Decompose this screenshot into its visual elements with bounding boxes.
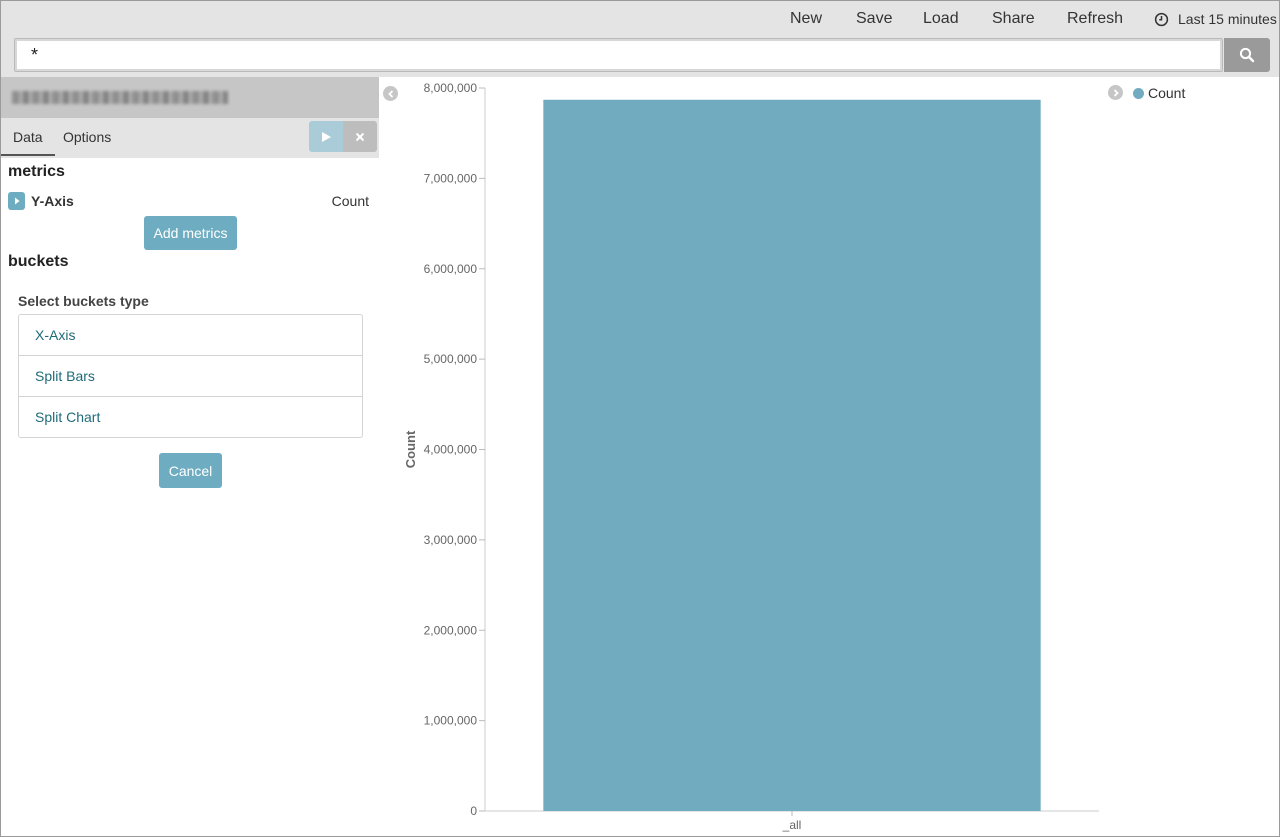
y-tick-label: 3,000,000 [424, 533, 478, 547]
close-icon [355, 132, 365, 141]
search-button[interactable] [1224, 38, 1270, 72]
share-button[interactable]: Share [992, 10, 1035, 28]
toggle-legend-button[interactable] [1108, 85, 1123, 100]
y-tick-label: 1,000,000 [424, 714, 478, 728]
buckets-heading: buckets [8, 253, 69, 270]
editor-sidebar: Data Options metrics Y-Axis Count Add me… [1, 77, 379, 836]
metrics-heading: metrics [8, 163, 65, 180]
select-buckets-label: Select buckets type [18, 293, 149, 309]
y-tick-label: 6,000,000 [424, 262, 478, 276]
y-tick-label: 8,000,000 [424, 81, 478, 95]
search-bar [1, 37, 1279, 77]
y-axis-title: Count [403, 430, 418, 468]
x-tick-label: _all [782, 818, 802, 832]
bucket-type-split-bars[interactable]: Split Bars [19, 355, 362, 396]
legend-color-dot[interactable] [1133, 87, 1144, 99]
refresh-button[interactable]: Refresh [1067, 10, 1123, 28]
time-picker[interactable]: Last 15 minutes [1154, 11, 1277, 27]
y-tick-label: 0 [470, 804, 477, 818]
tab-data[interactable]: Data [1, 129, 54, 156]
play-icon [322, 131, 331, 142]
metric-label: Y-Axis [31, 193, 74, 209]
caret-right-icon [14, 197, 19, 205]
metric-y-axis-row: Y-Axis Count [8, 191, 369, 211]
y-tick-label: 5,000,000 [424, 352, 478, 366]
bar-all[interactable] [543, 99, 1041, 811]
bucket-type-x-axis[interactable]: X-Axis [19, 315, 362, 356]
apply-changes-button[interactable] [309, 121, 343, 152]
legend-item-count[interactable]: Count [1148, 85, 1185, 101]
sidebar-title-bar [1, 77, 379, 118]
discard-changes-button[interactable] [343, 121, 377, 152]
sidebar-tabs: Data Options [1, 118, 379, 158]
chart-legend: Count [1133, 85, 1185, 101]
new-button[interactable]: New [790, 10, 822, 28]
tab-options[interactable]: Options [63, 129, 111, 145]
bucket-type-split-chart[interactable]: Split Chart [19, 396, 362, 437]
chevron-right-icon [1113, 88, 1119, 97]
y-tick-label: 4,000,000 [424, 443, 478, 457]
load-button[interactable]: Load [923, 10, 959, 28]
blurred-index-name [12, 91, 228, 104]
search-input[interactable] [14, 38, 1223, 72]
y-tick-label: 7,000,000 [424, 171, 478, 185]
metric-value: Count [331, 193, 369, 209]
save-button[interactable]: Save [856, 10, 892, 28]
bar-chart: 0 1,000,000 2,000,000 3,000,000 4,000,000 5,0… [403, 81, 1099, 832]
add-metrics-button[interactable]: Add metrics [144, 216, 237, 250]
top-nav: New Save Load Share Refresh Last 15 minu… [1, 1, 1279, 37]
bucket-type-list: X-Axis Split Bars Split Chart [18, 314, 363, 438]
cancel-button[interactable]: Cancel [159, 453, 222, 488]
time-range-label: Last 15 minutes [1178, 11, 1277, 27]
y-tick-label: 2,000,000 [424, 623, 478, 637]
visualize-editor: New Save Load Share Refresh Last 15 minu… [0, 0, 1280, 837]
expand-metric-toggle[interactable] [8, 192, 25, 210]
search-icon [1239, 47, 1255, 63]
clock-icon [1154, 12, 1169, 26]
